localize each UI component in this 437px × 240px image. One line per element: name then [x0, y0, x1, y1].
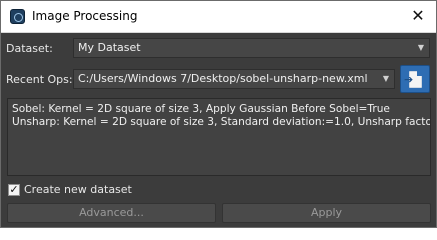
create-new-dataset-checkbox[interactable]: ✓ — [8, 184, 20, 196]
dataset-select[interactable]: My Dataset ▼ — [73, 38, 430, 58]
apply-button[interactable]: Apply — [222, 203, 431, 223]
recent-ops-selected-value: C:/Users/Windows 7/Desktop/sobel-unsharp… — [78, 72, 368, 85]
app-logo-icon — [10, 9, 25, 24]
recent-ops-select[interactable]: C:/Users/Windows 7/Desktop/sobel-unsharp… — [73, 69, 395, 89]
title-bar: Image Processing ✕ — [1, 1, 436, 33]
chevron-down-icon: ▼ — [382, 74, 389, 83]
load-ops-button[interactable]: ➔ — [400, 65, 430, 93]
create-new-dataset-label: Create new dataset — [24, 183, 132, 196]
window-title: Image Processing — [32, 9, 138, 23]
recent-ops-label: Recent Ops: — [6, 73, 73, 86]
close-button[interactable]: ✕ — [410, 7, 426, 25]
image-processing-dialog: Image Processing ✕ Dataset: My Dataset ▼… — [0, 0, 437, 228]
dataset-selected-value: My Dataset — [78, 41, 141, 54]
arrow-in-icon: ➔ — [404, 73, 414, 86]
advanced-button[interactable]: Advanced... — [7, 203, 216, 223]
operation-line: Unsharp: Kernel = 2D square of size 3, S… — [12, 116, 431, 128]
operations-list[interactable]: Sobel: Kernel = 2D square of size 3, App… — [7, 98, 431, 176]
chevron-down-icon: ▼ — [417, 43, 424, 52]
operation-line: Sobel: Kernel = 2D square of size 3, App… — [12, 103, 390, 115]
dataset-label: Dataset: — [6, 42, 53, 55]
